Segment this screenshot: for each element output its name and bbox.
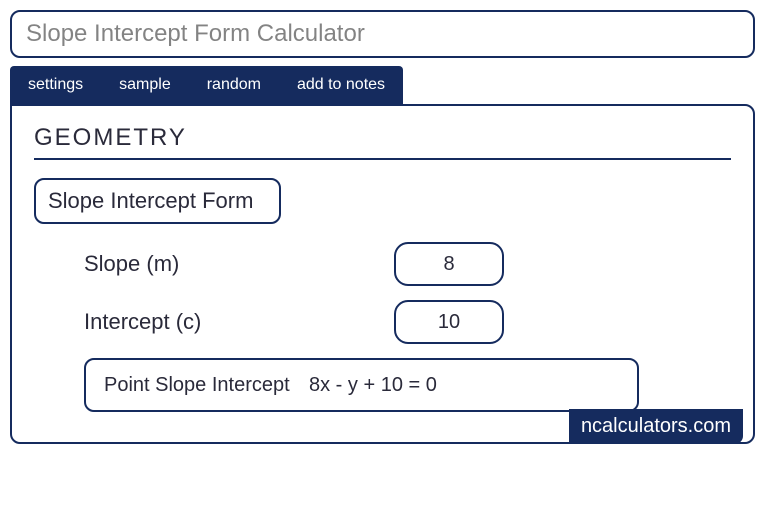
tab-random[interactable]: random bbox=[189, 66, 279, 104]
intercept-input[interactable]: 10 bbox=[394, 300, 504, 344]
title-bar: Slope Intercept Form Calculator bbox=[10, 10, 755, 58]
result-label: Point Slope Intercept bbox=[104, 372, 309, 398]
tabs-container: settings sample random add to notes bbox=[10, 66, 403, 104]
site-badge: ncalculators.com bbox=[569, 409, 743, 444]
main-panel: GEOMETRY Slope Intercept Form Slope (m) … bbox=[10, 104, 755, 444]
tab-add-to-notes[interactable]: add to notes bbox=[279, 66, 403, 104]
result-value: 8x - y + 10 = 0 bbox=[309, 374, 437, 397]
intercept-row: Intercept (c) 10 bbox=[34, 300, 731, 344]
intercept-label: Intercept (c) bbox=[84, 309, 394, 335]
slope-row: Slope (m) 8 bbox=[34, 242, 731, 286]
page-title: Slope Intercept Form Calculator bbox=[26, 20, 739, 48]
slope-input[interactable]: 8 bbox=[394, 242, 504, 286]
result-box: Point Slope Intercept 8x - y + 10 = 0 bbox=[84, 358, 639, 412]
slope-label: Slope (m) bbox=[84, 251, 394, 277]
section-title: GEOMETRY bbox=[34, 124, 731, 160]
tab-settings[interactable]: settings bbox=[10, 66, 101, 104]
tab-sample[interactable]: sample bbox=[101, 66, 189, 104]
subtitle-box: Slope Intercept Form bbox=[34, 178, 281, 224]
